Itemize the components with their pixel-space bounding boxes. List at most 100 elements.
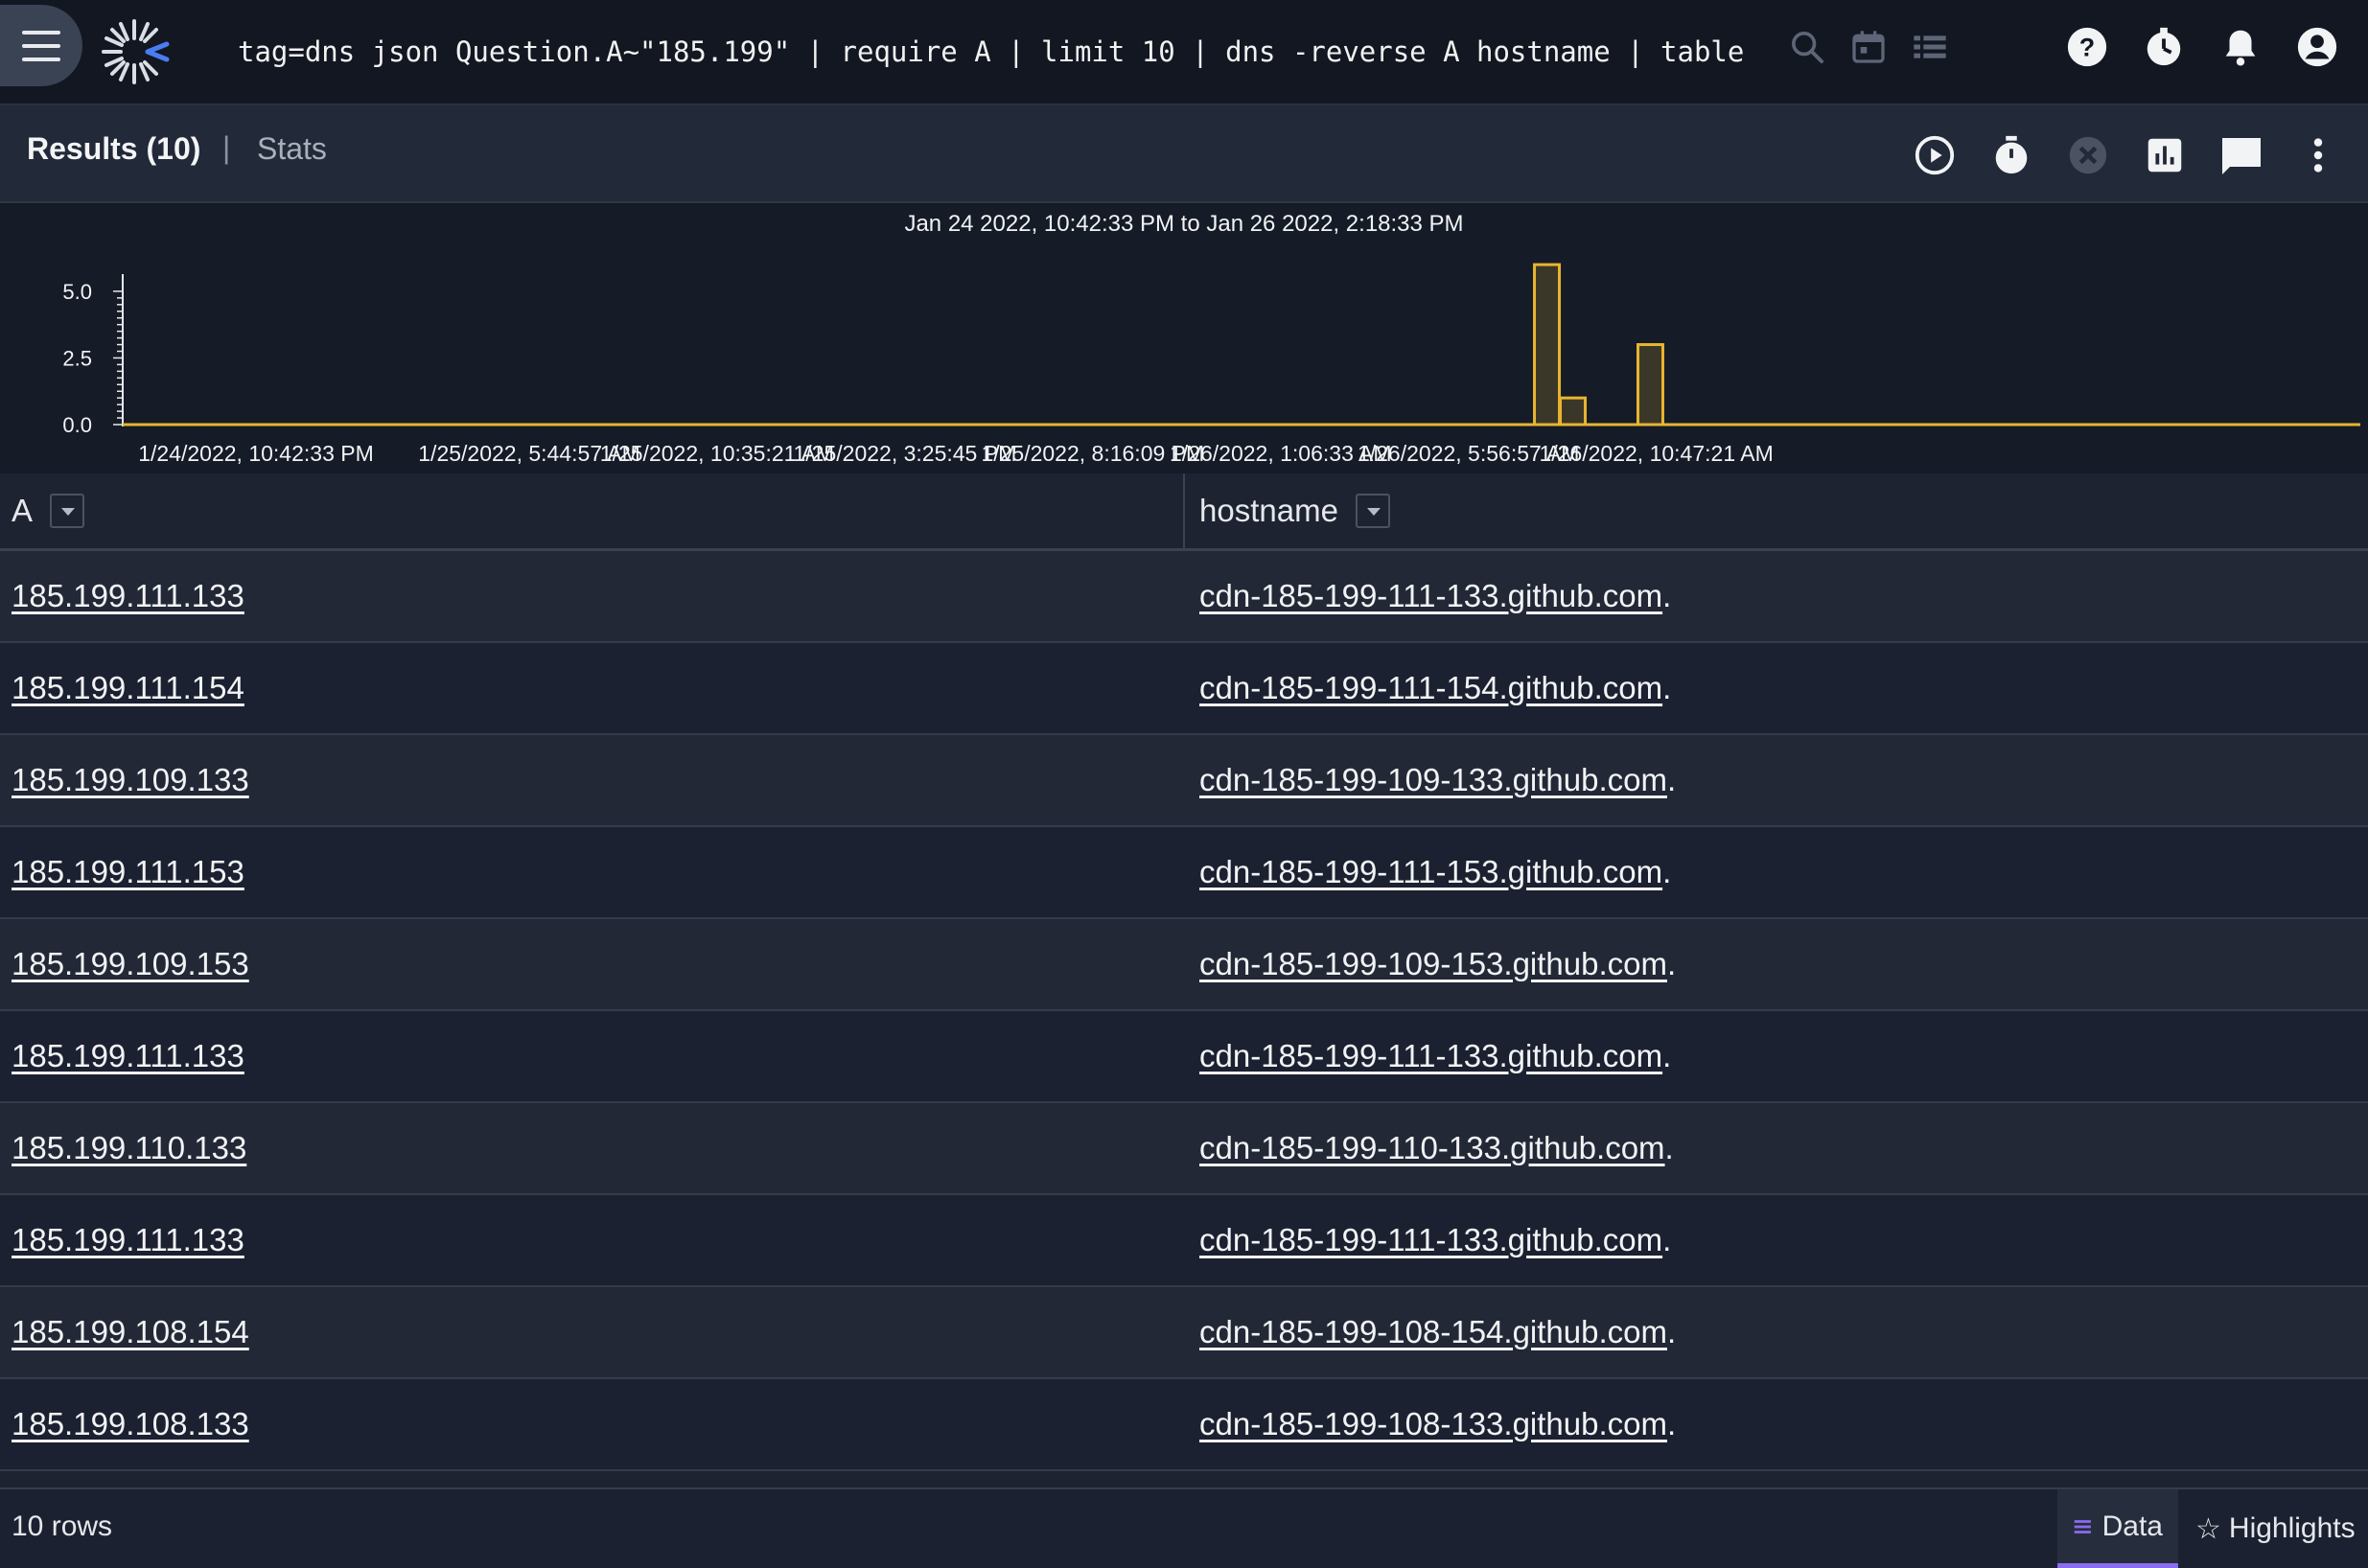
ip-link[interactable]: 185.199.111.133 <box>12 578 244 614</box>
chevron-down-icon[interactable] <box>1355 494 1390 528</box>
ip-link[interactable]: 185.199.108.154 <box>12 1314 249 1350</box>
cell-a: 185.199.109.153 <box>12 919 249 1009</box>
table-row[interactable]: 185.199.109.153 cdn-185-199-109-153.githu… <box>0 919 2368 1011</box>
chart-bar <box>1559 396 1588 427</box>
hostname-link[interactable]: cdn-185-199-111-154.github.com <box>1199 670 1662 706</box>
timer-button[interactable] <box>1985 128 2038 182</box>
chart-title: Jan 24 2022, 10:42:33 PM to Jan 26 2022,… <box>904 211 1463 237</box>
list-button[interactable] <box>1904 21 1956 73</box>
table-row[interactable]: 185.199.111.154 cdn-185-199-111-154.githu… <box>0 643 2368 735</box>
hostname-link[interactable]: cdn-185-199-109-153.github.com <box>1199 946 1667 982</box>
hostname-link[interactable]: cdn-185-199-109-133.github.com <box>1199 762 1667 798</box>
search-button[interactable] <box>1781 21 1833 73</box>
table-row[interactable]: 185.199.111.133 cdn-185-199-111-133.githu… <box>0 1011 2368 1103</box>
ip-link[interactable]: 185.199.109.153 <box>12 946 249 982</box>
hostname-suffix: . <box>1662 1222 1672 1257</box>
cell-hostname: cdn-185-199-111-153.github.com. <box>1199 827 1671 917</box>
query-input[interactable]: tag=dns json Question.A~"185.199" | requ… <box>238 31 1744 73</box>
search-icon <box>1792 32 1823 63</box>
hostname-link[interactable]: cdn-185-199-111-153.github.com <box>1199 854 1662 890</box>
row-count: 10 rows <box>12 1510 113 1542</box>
run-button[interactable] <box>1908 128 1962 182</box>
results-toolbar: Results (10) | Stats <box>0 105 2368 203</box>
ip-link[interactable]: 185.199.111.153 <box>12 854 244 890</box>
cell-a: 185.199.108.133 <box>12 1379 249 1469</box>
hostname-suffix: . <box>1662 1038 1672 1073</box>
account-button[interactable] <box>2291 21 2343 73</box>
cell-a: 185.199.111.153 <box>12 827 244 917</box>
svg-text:?: ? <box>2079 34 2095 62</box>
cell-a: 185.199.109.133 <box>12 735 249 825</box>
column-header-hostname[interactable]: hostname <box>1199 473 1390 548</box>
cell-hostname: cdn-185-199-108-133.github.com. <box>1199 1379 1676 1469</box>
more-icon <box>2313 138 2323 173</box>
menu-icon <box>22 30 60 61</box>
table-row[interactable]: 185.199.111.133 cdn-185-199-111-133.githu… <box>0 551 2368 643</box>
cell-hostname: cdn-185-199-111-133.github.com. <box>1199 1011 1671 1101</box>
ip-link[interactable]: 185.199.109.133 <box>12 762 249 798</box>
hostname-link[interactable]: cdn-185-199-111-133.github.com <box>1199 578 1662 614</box>
column-header-a[interactable]: A <box>12 473 85 548</box>
column-header-label: A <box>12 493 34 528</box>
cell-hostname: cdn-185-199-109-153.github.com. <box>1199 919 1676 1009</box>
notifications-icon <box>2225 30 2256 66</box>
results-footer: 10 rows Data ☆ Highlights <box>0 1487 2368 1568</box>
ip-link[interactable]: 185.199.108.133 <box>12 1406 249 1442</box>
ip-link[interactable]: 185.199.110.133 <box>12 1130 246 1166</box>
hostname-suffix: . <box>1662 578 1672 613</box>
more-button[interactable] <box>2291 128 2345 182</box>
tab-stats[interactable]: Stats <box>257 131 327 167</box>
cell-hostname: cdn-185-199-108-154.github.com. <box>1199 1287 1676 1377</box>
chart-bar <box>1533 263 1562 427</box>
cell-a: 185.199.110.133 <box>12 1103 246 1193</box>
calendar-button[interactable] <box>1843 21 1894 73</box>
y-tick-label: 5.0 <box>62 280 92 304</box>
tab-results[interactable]: Results (10) <box>27 131 200 167</box>
cell-hostname: cdn-185-199-111-133.github.com. <box>1199 551 1671 641</box>
hostname-link[interactable]: cdn-185-199-110-133.github.com <box>1199 1130 1665 1166</box>
hostname-link[interactable]: cdn-185-199-111-133.github.com <box>1199 1038 1662 1074</box>
cell-a: 185.199.111.154 <box>12 643 244 733</box>
hostname-link[interactable]: cdn-185-199-108-154.github.com <box>1199 1314 1667 1350</box>
cancel-button[interactable] <box>2061 128 2115 182</box>
menu-button[interactable] <box>0 5 82 86</box>
hostname-suffix: . <box>1664 1130 1674 1165</box>
table-row[interactable]: 185.199.109.133 cdn-185-199-109-133.githu… <box>0 735 2368 827</box>
chart-button[interactable] <box>2138 128 2192 182</box>
hostname-link[interactable]: cdn-185-199-111-133.github.com <box>1199 1222 1662 1258</box>
ip-link[interactable]: 185.199.111.133 <box>12 1222 244 1258</box>
help-button[interactable]: ? <box>2061 21 2113 73</box>
table-row[interactable]: 185.199.111.153 cdn-185-199-111-153.githu… <box>0 827 2368 919</box>
chart-bar <box>1636 343 1664 427</box>
list-icon <box>2074 1519 2091 1533</box>
tab-separator: | <box>222 130 231 165</box>
y-tick-label: 0.0 <box>62 413 92 437</box>
column-header-label: hostname <box>1199 493 1338 528</box>
timer-icon <box>1995 135 2028 174</box>
tab-highlights-label: Highlights <box>2228 1512 2356 1544</box>
hostname-suffix: . <box>1662 670 1672 705</box>
timeline-chart[interactable]: Jan 24 2022, 10:42:33 PM to Jan 26 2022,… <box>0 203 2368 473</box>
column-divider[interactable] <box>1183 473 1185 548</box>
hostname-suffix: . <box>1662 854 1672 889</box>
cell-hostname: cdn-185-199-110-133.github.com. <box>1199 1103 1674 1193</box>
cell-a: 185.199.111.133 <box>12 1011 244 1101</box>
table-row[interactable]: 185.199.111.133 cdn-185-199-111-133.githu… <box>0 1195 2368 1287</box>
comment-button[interactable] <box>2215 128 2268 182</box>
ip-link[interactable]: 185.199.111.133 <box>12 1038 244 1074</box>
table-row[interactable]: 185.199.110.133 cdn-185-199-110-133.githu… <box>0 1103 2368 1195</box>
calendar-icon <box>1852 31 1885 63</box>
notifications-button[interactable] <box>2215 21 2266 73</box>
list-icon <box>1914 35 1946 58</box>
tab-data[interactable]: Data <box>2057 1489 2178 1568</box>
table-row[interactable]: 185.199.108.133 cdn-185-199-108-133.githu… <box>0 1379 2368 1471</box>
run-icon <box>1915 135 1955 175</box>
table-row[interactable]: 185.199.108.154 cdn-185-199-108-154.githu… <box>0 1287 2368 1379</box>
ip-link[interactable]: 185.199.111.154 <box>12 670 244 706</box>
hostname-link[interactable]: cdn-185-199-108-133.github.com <box>1199 1406 1667 1442</box>
tab-highlights[interactable]: ☆ Highlights <box>2180 1489 2362 1568</box>
logo-icon[interactable] <box>98 15 171 88</box>
chevron-down-icon[interactable] <box>50 494 85 528</box>
help-icon: ? <box>2067 27 2107 67</box>
history-button[interactable] <box>2138 21 2190 73</box>
